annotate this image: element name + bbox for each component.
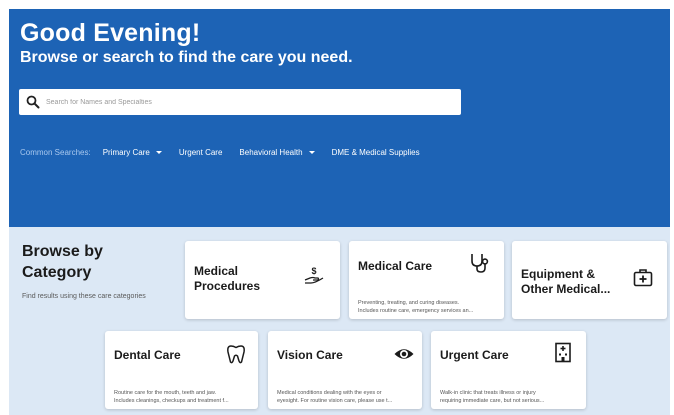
category-card-vision-care[interactable]: Vision Care Medical conditions dealing w… (268, 331, 422, 409)
hospital-icon (555, 342, 571, 363)
card-description: Medical conditions dealing with the eyes… (277, 390, 393, 404)
card-title: Urgent Care (440, 348, 509, 362)
browse-subtitle: Find results using these care categories (22, 293, 146, 300)
category-card-equipment[interactable]: Equipment & Other Medical... (512, 241, 667, 319)
card-description: Preventing, treating, and curing disease… (358, 300, 474, 314)
card-title: Dental Care (114, 348, 181, 362)
common-search-dme[interactable]: DME & Medical Supplies (332, 148, 420, 157)
hero-subtitle: Browse or search to find the care you ne… (20, 49, 353, 66)
hero-banner: Good Evening! Browse or search to find t… (9, 9, 670, 227)
common-search-label: Urgent Care (178, 147, 223, 157)
browse-heading: Browse by Category (22, 243, 103, 281)
common-search-behavioral-health[interactable]: Behavioral Health (239, 147, 315, 157)
svg-text:$: $ (311, 266, 316, 276)
card-title: Medical Procedures (194, 264, 261, 293)
tooth-icon (227, 345, 245, 364)
common-search-label: Behavioral Health (239, 147, 303, 157)
category-card-medical-care[interactable]: Medical Care Preventing, treating, and c… (349, 241, 504, 319)
medical-kit-icon (633, 269, 653, 287)
caret-down-icon (155, 150, 162, 154)
common-search-primary-care[interactable]: Primary Care (103, 148, 162, 157)
card-title: Vision Care (277, 348, 343, 362)
common-search-urgent-care[interactable]: Urgent Care (179, 148, 223, 157)
card-title: Medical Care (358, 259, 433, 273)
search-icon (26, 95, 40, 109)
greeting-heading: Good Evening! (20, 19, 201, 47)
search-bar[interactable] (19, 89, 461, 115)
card-description: Walk-in clinic that treats illness or in… (440, 390, 545, 404)
app-frame: Good Evening! Browse or search to find t… (9, 9, 670, 415)
card-description: Routine care for the mouth, teeth and ja… (114, 390, 229, 404)
common-searches: Common Searches: Primary Care Urgent Car… (20, 145, 437, 159)
hand-dollar-icon: $ (304, 266, 324, 284)
search-input[interactable] (46, 93, 451, 111)
stethoscope-icon (471, 254, 489, 273)
category-card-urgent-care[interactable]: Urgent Care Walk-in clinic that treats i… (431, 331, 586, 409)
category-card-dental-care[interactable]: Dental Care Routine care for the mouth, … (105, 331, 258, 409)
card-title: Equipment & Other Medical... (521, 267, 611, 296)
eye-icon (394, 349, 414, 359)
common-search-label: DME & Medical Supplies (331, 147, 420, 157)
caret-down-icon (308, 150, 315, 154)
category-card-medical-procedures[interactable]: Medical Procedures $ (185, 241, 340, 319)
common-searches-label: Common Searches: (20, 147, 91, 157)
common-search-label: Primary Care (102, 147, 150, 157)
